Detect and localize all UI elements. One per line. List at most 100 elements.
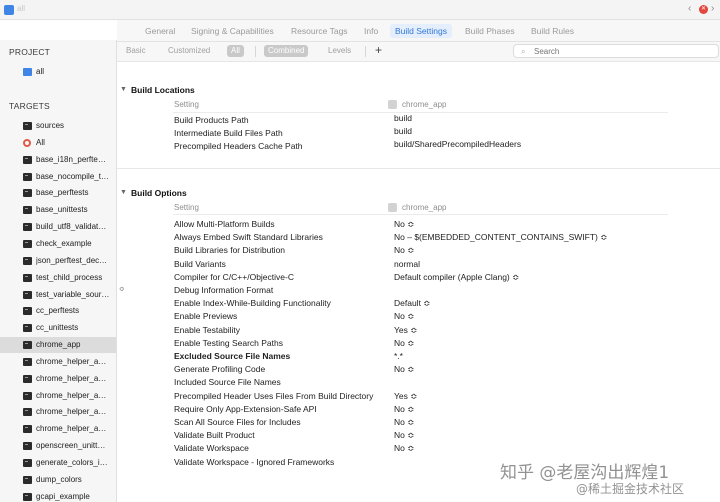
sidebar-item-label: cc_perftests [36,306,80,316]
setting-name[interactable]: Enable Previews [174,311,237,321]
search-field[interactable]: ⌕ [513,44,719,58]
sidebar-item-label: chrome_helper_a… [36,407,107,417]
sidebar-item-target[interactable]: cc_perftests [0,303,116,319]
filter-combined-button[interactable]: Combined [264,45,309,57]
sidebar-item-target[interactable]: generate_colors_i… [0,455,116,471]
setting-name[interactable]: Enable Index-While-Building Functionalit… [174,298,331,308]
setting-name[interactable]: Precompiled Headers Cache Path [174,141,303,151]
setting-name[interactable]: Allow Multi-Platform Builds [174,219,275,229]
sidebar-item-label: json_perftest_dec… [36,255,108,265]
sidebar-item-project-all[interactable]: all [0,64,116,80]
disclosure-triangle-icon[interactable]: ▼ [120,189,127,196]
sidebar-item-target[interactable]: build_utf8_validat… [0,219,116,235]
setting-value[interactable]: No ≎ [394,311,414,322]
filter-basic-button[interactable]: Basic [122,45,150,57]
setting-value[interactable]: Yes ≎ [394,391,417,402]
setting-name[interactable]: Enable Testability [174,325,240,335]
setting-value[interactable]: No – $(EMBEDDED_CONTENT_CONTAINS_SWIFT) … [394,232,607,243]
filter-all-button[interactable]: All [227,45,244,57]
sidebar-item-target[interactable]: All [0,135,116,151]
divider [255,46,256,57]
setting-value[interactable]: No ≎ [394,430,414,441]
setting-name[interactable]: Enable Testing Search Paths [174,338,283,348]
sidebar-item-target[interactable]: chrome_app [0,337,116,354]
setting-value[interactable]: build/SharedPrecompiledHeaders [394,139,521,149]
setting-name[interactable]: Intermediate Build Files Path [174,128,283,138]
setting-name[interactable]: Included Source File Names [174,377,281,387]
setting-name[interactable]: Build Libraries for Distribution [174,245,285,255]
setting-value[interactable]: build [394,113,412,123]
tab-build-rules[interactable]: Build Rules [526,24,579,38]
tab-build-settings[interactable]: Build Settings [390,24,452,38]
setting-name[interactable]: Build Products Path [174,115,249,125]
setting-value[interactable]: No ≎ [394,443,414,454]
setting-value[interactable]: Default ≎ [394,298,430,309]
sidebar-item-target[interactable]: chrome_helper_a… [0,421,116,437]
sidebar-item-target[interactable]: base_unittests [0,202,116,218]
column-header-target: chrome_app [402,100,447,109]
setting-value[interactable]: normal [394,259,420,269]
group-header-build-locations[interactable]: Build Locations [131,85,195,95]
search-input[interactable] [534,46,714,56]
sidebar-item-target[interactable]: check_example [0,236,116,252]
sidebar-item-target[interactable]: base_i18n_perfte… [0,152,116,168]
chevron-right-icon[interactable]: › [711,3,714,14]
filter-levels-button[interactable]: Levels [324,45,355,57]
setting-name[interactable]: Validate Workspace - Ignored Frameworks [174,457,334,467]
setting-value[interactable]: build [394,126,412,136]
disclosure-triangle-icon[interactable]: ▼ [120,86,127,93]
sidebar-item-target[interactable]: json_perftest_dec… [0,253,116,269]
setting-name[interactable]: Always Embed Swift Standard Libraries [174,232,323,242]
add-setting-button[interactable]: + [375,43,382,57]
setting-name[interactable]: Excluded Source File Names [174,351,290,361]
setting-name[interactable]: Scan All Source Files for Includes [174,417,301,427]
sidebar-item-target[interactable]: chrome_helper_a… [0,404,116,420]
terminal-icon [23,223,32,232]
terminal-icon [23,172,32,181]
sidebar-item-target[interactable]: openscreen_unitt… [0,438,116,454]
sidebar-item-target[interactable]: sources [0,118,116,134]
setting-value[interactable]: Yes ≎ [394,325,417,336]
sidebar-item-target[interactable]: chrome_helper_a… [0,354,116,370]
sidebar-item-target[interactable]: gcapi_example [0,489,116,502]
chevron-left-icon[interactable]: ‹ [688,3,691,14]
sidebar-item-target[interactable]: base_nocompile_t… [0,169,116,185]
setting-value[interactable]: No ≎ [394,338,414,349]
setting-name[interactable]: Build Variants [174,259,226,269]
setting-name[interactable]: Generate Profiling Code [174,364,265,374]
setting-value[interactable]: No ≎ [394,364,414,375]
sidebar-item-target[interactable]: dump_colors [0,472,116,488]
tab-info[interactable]: Info [359,24,383,38]
setting-value[interactable]: *.* [394,351,403,361]
setting-name[interactable]: Compiler for C/C++/Objective-C [174,272,294,282]
setting-value[interactable]: No ≎ [394,417,414,428]
divider [365,46,366,57]
setting-name[interactable]: Require Only App-Extension-Safe API [174,404,317,414]
breadcrumb[interactable]: all [17,4,25,13]
divider [117,168,720,169]
tab-general[interactable]: General [140,24,180,38]
sidebar-item-target[interactable]: test_child_process [0,270,116,286]
setting-value[interactable]: No ≎ [394,219,414,230]
close-icon[interactable]: ✕ [699,5,708,14]
sidebar-item-target[interactable]: cc_unittests [0,320,116,336]
sidebar-item-target[interactable]: base_perftests [0,185,116,201]
setting-name[interactable]: Validate Built Product [174,430,255,440]
tab-build-phases[interactable]: Build Phases [460,24,520,38]
setting-name[interactable]: Validate Workspace [174,443,249,453]
setting-value[interactable]: No ≎ [394,245,414,256]
tab-signing-capabilities[interactable]: Signing & Capabilities [186,24,279,38]
setting-value[interactable]: No ≎ [394,404,414,415]
sidebar-item-target[interactable]: test_variable_sour… [0,287,116,303]
sidebar-item-label: base_unittests [36,205,88,215]
tab-resource-tags[interactable]: Resource Tags [286,24,353,38]
filter-customized-button[interactable]: Customized [164,45,214,57]
group-header-build-options[interactable]: Build Options [131,188,187,198]
setting-name[interactable]: Debug Information Format [174,285,273,295]
terminal-icon [23,324,32,333]
target-icon [23,138,31,147]
sidebar-item-target[interactable]: chrome_helper_a… [0,388,116,404]
sidebar-item-target[interactable]: chrome_helper_a… [0,371,116,387]
setting-value[interactable]: Default compiler (Apple Clang) ≎ [394,272,519,283]
setting-name[interactable]: Precompiled Header Uses Files From Build… [174,391,373,401]
